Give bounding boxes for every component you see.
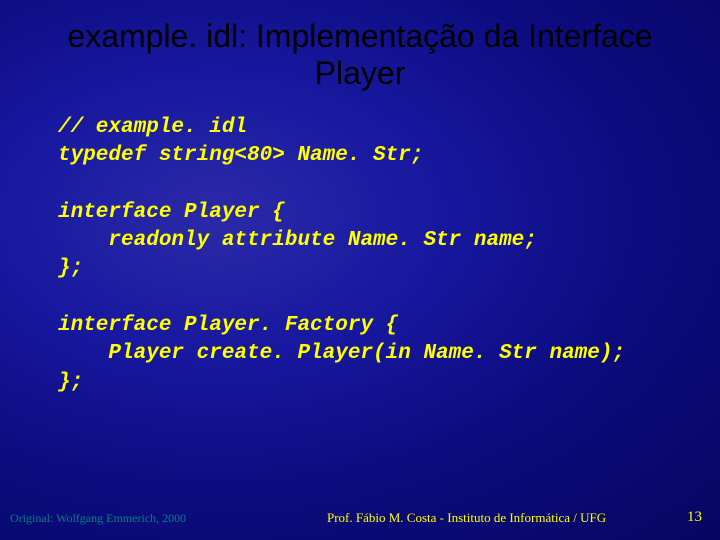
footer-author: Prof. Fábio M. Costa - Instituto de Info… [186,510,687,526]
page-number: 13 [687,509,702,526]
code-block: // example. idl typedef string<80> Name.… [0,92,720,397]
footer-attribution: Original: Wolfgang Emmerich, 2000 [10,511,186,526]
footer: Original: Wolfgang Emmerich, 2000 Prof. … [0,509,720,526]
slide-title: example. idl: Implementação da Interface… [0,0,720,92]
slide: example. idl: Implementação da Interface… [0,0,720,540]
